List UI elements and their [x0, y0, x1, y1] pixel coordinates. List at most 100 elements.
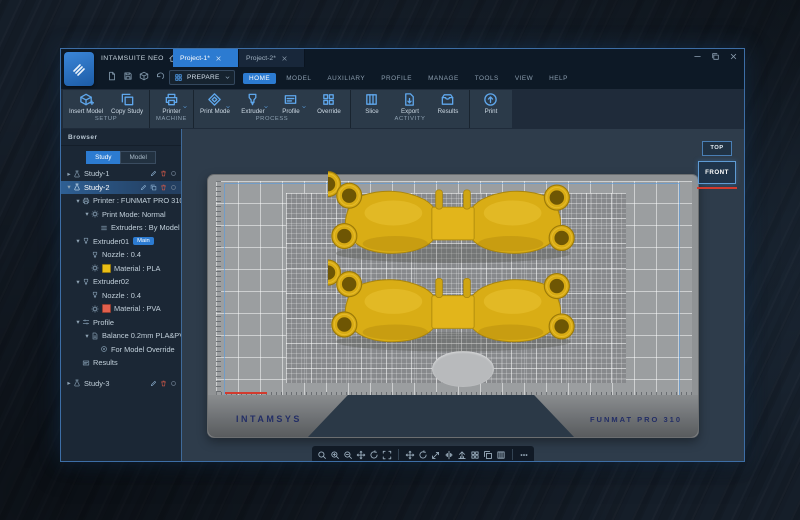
toolbar-group-caption: MACHINE [156, 116, 187, 123]
chevron-down-icon[interactable] [225, 104, 231, 110]
tree-item-nozzle-0-4[interactable]: Nozzle : 0.4 [61, 248, 181, 262]
zoom-in-button[interactable] [330, 450, 340, 460]
tree-expander[interactable]: ▾ [65, 183, 73, 191]
menu-item-model[interactable]: MODEL [280, 73, 317, 84]
tree-item-results[interactable]: Results [61, 356, 181, 370]
tree-expander[interactable]: ▾ [74, 278, 82, 286]
view-cube-top-face[interactable]: TOP [702, 141, 732, 156]
main-extruder-badge: Main [133, 237, 154, 245]
package-button[interactable] [139, 71, 149, 81]
viewport-3d[interactable]: INTAMSYS FUNMAT PRO 310 [181, 129, 744, 461]
tree-item-profile[interactable]: ▾Profile [61, 316, 181, 330]
tree-item-study-1[interactable]: ▸Study-1 [61, 167, 181, 181]
tree-expander[interactable]: ▾ [74, 197, 82, 205]
restore-button[interactable] [711, 52, 720, 61]
tree-item-material-pva[interactable]: Material : PVA [61, 302, 181, 316]
edit-action-icon[interactable] [150, 380, 157, 387]
export-button[interactable]: Export [395, 92, 425, 115]
tree-expander[interactable]: ▾ [74, 237, 82, 245]
app-logo[interactable] [64, 52, 94, 86]
edit-action-icon[interactable] [150, 170, 157, 177]
radio-action-icon[interactable] [170, 170, 177, 177]
tab-close-icon[interactable] [281, 55, 288, 62]
delete-action-icon[interactable] [160, 170, 167, 177]
tree-item-study-3[interactable]: ▸Study-3 [61, 377, 181, 391]
tree-item-printer-funmat-pro-310[interactable]: ▾Printer : FUNMAT PRO 310 [61, 194, 181, 208]
menu-item-help[interactable]: HELP [543, 73, 574, 84]
toolbar-group-caption: ACTIVITY [395, 116, 426, 123]
tree-expander[interactable]: ▾ [83, 332, 91, 340]
tree-item-print-mode-normal[interactable]: ▾Print Mode: Normal [61, 208, 181, 222]
menu-item-manage[interactable]: MANAGE [422, 73, 465, 84]
rotate-view-button[interactable] [369, 450, 379, 460]
delete-action-icon[interactable] [160, 380, 167, 387]
new-project-button[interactable] [107, 71, 117, 81]
override-button[interactable]: Override [314, 92, 344, 115]
browser-tab-model[interactable]: Model [120, 151, 155, 164]
tree-item-balance-0-2mm-pla-pva[interactable]: ▾Balance 0.2mm PLA&PVA [61, 329, 181, 343]
tree-item-for-model-override[interactable]: For Model Override [61, 343, 181, 357]
close-button[interactable] [729, 52, 738, 61]
tree-item-extruders-by-model[interactable]: Extruders : By Model [61, 221, 181, 235]
move-model-button[interactable] [405, 450, 415, 460]
menu-item-auxiliary[interactable]: AUXILIARY [321, 73, 371, 84]
radio-action-icon[interactable] [170, 380, 177, 387]
edit-action-icon[interactable] [140, 184, 147, 191]
copy-study-button[interactable]: Copy Study [111, 92, 143, 115]
tree-expander[interactable]: ▾ [83, 210, 91, 218]
tree-item-study-2[interactable]: ▾Study-2 [61, 181, 181, 195]
menu-item-home[interactable]: HOME [243, 73, 276, 84]
profile-button[interactable]: Profile [276, 92, 306, 115]
copy-action-icon[interactable] [150, 184, 157, 191]
tab-close-icon[interactable] [215, 55, 222, 62]
tree-expander[interactable]: ▸ [65, 170, 73, 178]
print-mode-button[interactable]: Print Mode [200, 92, 230, 115]
menu-item-view[interactable]: VIEW [509, 73, 539, 84]
tree-item-nozzle-0-4[interactable]: Nozzle : 0.4 [61, 289, 181, 303]
target-icon [100, 345, 108, 353]
tree-expander[interactable]: ▸ [65, 379, 73, 387]
more-tools-button[interactable] [519, 450, 529, 460]
printer-button[interactable]: Printer [157, 92, 187, 115]
project-tab-1[interactable]: Project-1* [173, 49, 239, 67]
pan-button[interactable] [356, 450, 366, 460]
mirror-model-button[interactable] [444, 450, 454, 460]
printed-models[interactable] [328, 169, 578, 355]
chevron-down-icon[interactable] [182, 104, 188, 110]
print-button[interactable]: Print [476, 92, 506, 115]
view-cube-front-face[interactable]: FRONT [698, 161, 736, 184]
chevron-down-icon[interactable] [301, 104, 307, 110]
mode-selector-dropdown[interactable]: PREPARE [169, 70, 235, 85]
zoom-out-button[interactable] [343, 450, 353, 460]
results-button[interactable]: Results [433, 92, 463, 115]
menu-item-tools[interactable]: TOOLS [469, 73, 505, 84]
minimize-button[interactable] [693, 52, 702, 61]
delete-action-icon[interactable] [160, 184, 167, 191]
tree-expander[interactable]: ▾ [74, 318, 82, 326]
slice-button[interactable]: Slice [357, 92, 387, 115]
fit-view-button[interactable] [382, 450, 392, 460]
menu-item-profile[interactable]: PROFILE [375, 73, 418, 84]
tree-item-material-pla[interactable]: Material : PLA [61, 262, 181, 276]
insert-model-button[interactable]: Insert Model [69, 92, 103, 115]
tree-item-extruder01[interactable]: ▾Extruder01Main [61, 235, 181, 249]
rotate-model-button[interactable] [418, 450, 428, 460]
arrange-button[interactable] [470, 450, 480, 460]
undo-button[interactable] [155, 71, 165, 81]
support-button[interactable] [457, 450, 467, 460]
nozzle-icon [91, 251, 99, 259]
project-tab-2[interactable]: Project-2* [239, 49, 305, 67]
radio-action-icon[interactable] [170, 184, 177, 191]
align-button[interactable] [496, 450, 506, 460]
browser-tab-study[interactable]: Study [86, 151, 120, 164]
extruder-button[interactable]: Extruder [238, 92, 268, 115]
flask-icon [73, 183, 81, 191]
viewport-tool-group [519, 450, 529, 460]
view-cube[interactable]: TOP FRONT [695, 141, 739, 189]
save-button[interactable] [123, 71, 133, 81]
clone-button[interactable] [483, 450, 493, 460]
scale-model-button[interactable] [431, 450, 441, 460]
zoom-window-button[interactable] [317, 450, 327, 460]
tree-item-extruder02[interactable]: ▾Extruder02 [61, 275, 181, 289]
chevron-down-icon[interactable] [263, 104, 269, 110]
